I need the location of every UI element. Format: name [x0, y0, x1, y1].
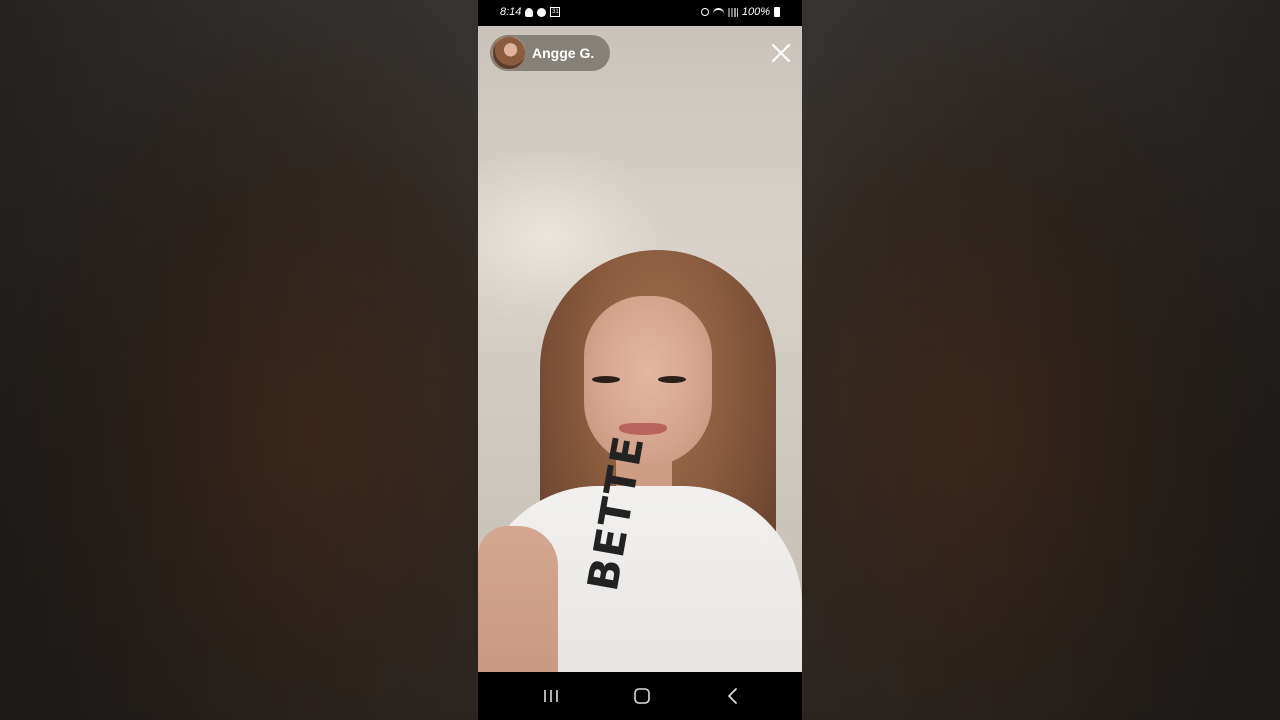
- right-shade: [802, 0, 1280, 720]
- close-icon: [771, 43, 791, 63]
- phone-screen: 8:14 31 100% BETTE Angge G.: [478, 0, 802, 720]
- recents-button[interactable]: [539, 684, 563, 708]
- calendar-icon: 31: [550, 7, 561, 17]
- messenger-icon: [537, 7, 547, 17]
- left-shade: [0, 0, 478, 720]
- story-video[interactable]: BETTE: [478, 26, 802, 672]
- close-button[interactable]: [768, 40, 794, 66]
- back-button[interactable]: [721, 684, 745, 708]
- wifi-icon: [712, 7, 724, 17]
- status-right: 100%: [700, 6, 780, 18]
- user-name[interactable]: Angge G.: [532, 45, 594, 61]
- status-left: 8:14 31: [500, 6, 561, 18]
- contact-icon: [525, 7, 534, 17]
- battery-percent: 100%: [741, 6, 770, 18]
- signal-icon: [727, 7, 738, 17]
- person-mouth: [619, 423, 667, 435]
- navigation-bar: [478, 672, 802, 720]
- home-button[interactable]: [630, 684, 654, 708]
- back-icon: [728, 688, 737, 704]
- person-eye-left: [592, 376, 620, 383]
- status-time: 8:14: [500, 6, 522, 18]
- story-user-chip[interactable]: Angge G.: [490, 35, 611, 71]
- home-icon: [634, 688, 650, 704]
- recents-icon: [544, 690, 558, 702]
- person-arm: [478, 526, 558, 672]
- avatar[interactable]: [492, 36, 526, 70]
- alarm-icon: [700, 8, 709, 16]
- person-eye-right: [658, 376, 686, 383]
- battery-icon: [774, 7, 780, 17]
- status-bar: 8:14 31 100%: [478, 0, 802, 26]
